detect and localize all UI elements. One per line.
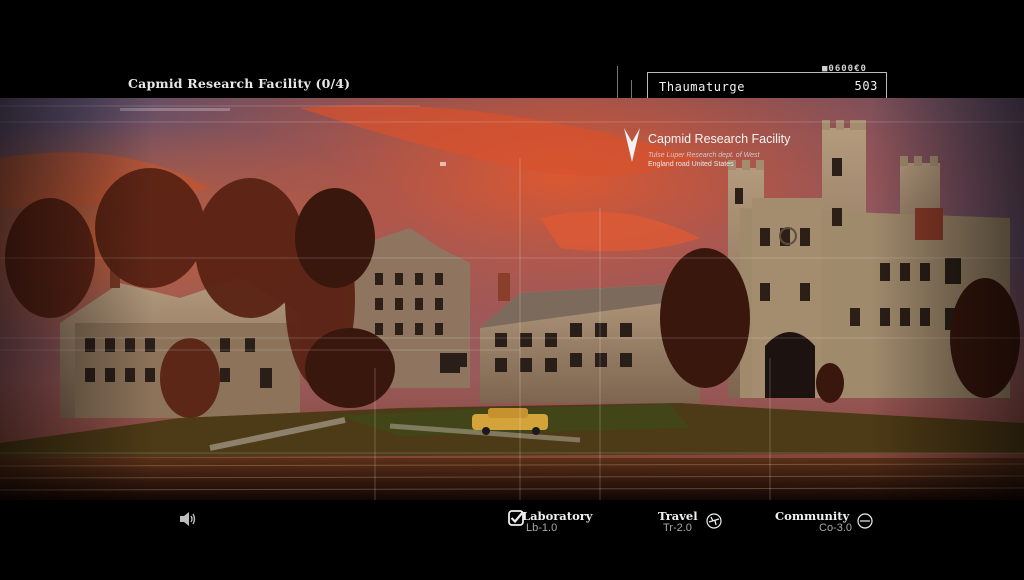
speaker-icon[interactable] bbox=[178, 511, 198, 527]
divider bbox=[631, 80, 632, 98]
nav-travel-label: Travel bbox=[658, 509, 698, 523]
facility-logo-icon bbox=[624, 128, 640, 162]
top-bar: Capmid Research Facility (0/4) ■0600€0 T… bbox=[0, 0, 1024, 98]
user-name: Thaumaturge bbox=[659, 80, 746, 94]
globe-icon bbox=[857, 513, 873, 529]
nav-laboratory-label: Laboratory bbox=[522, 509, 593, 523]
page-title: Capmid Research Facility (0/4) bbox=[128, 76, 351, 91]
nav-laboratory-code: Lb-1.0 bbox=[526, 522, 558, 534]
campus-scene: Capmid Research Facility Tulse Luper Res… bbox=[0, 98, 1024, 500]
facility-address: England road United States bbox=[648, 161, 734, 168]
divider bbox=[617, 66, 618, 98]
nav-community-code: Co-3.0 bbox=[819, 522, 853, 534]
campus-illustration bbox=[0, 98, 1024, 500]
facility-subtitle: Tulse Luper Research dept. of West bbox=[648, 152, 760, 159]
user-panel: Thaumaturge 503 bbox=[647, 72, 887, 98]
nav-community-label: Community bbox=[775, 509, 850, 523]
facility-name: Capmid Research Facility bbox=[648, 132, 791, 146]
nav-travel-code: Tr-2.0 bbox=[663, 522, 692, 534]
user-score: 503 bbox=[854, 79, 878, 93]
plane-icon bbox=[706, 513, 722, 529]
bottom-nav: Laboratory Lb-1.0 Travel Tr-2.0 Communit… bbox=[0, 500, 1024, 580]
